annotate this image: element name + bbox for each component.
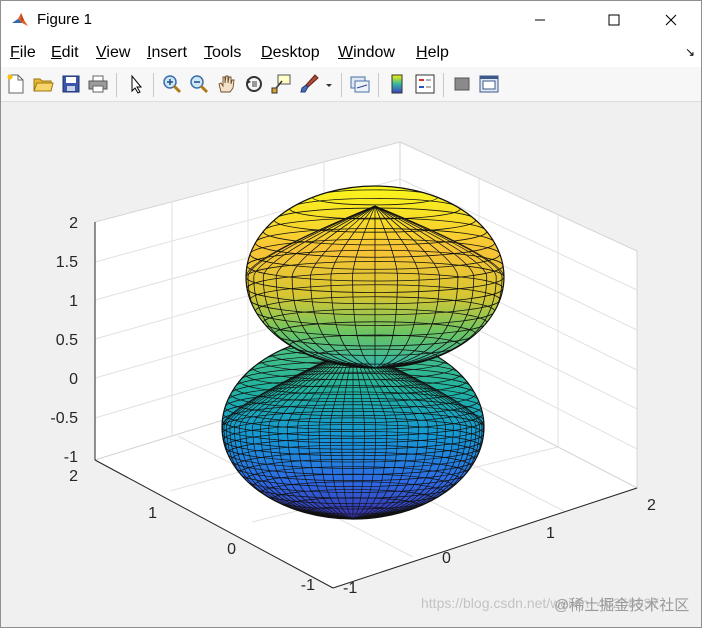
zoom-out-icon[interactable] <box>188 73 210 95</box>
y-tick-label: 1 <box>148 505 157 522</box>
z-tick-label: -1 <box>64 449 78 466</box>
watermark-site: @稀土掘金技术社区 <box>554 597 690 614</box>
z-tick-label: 2 <box>69 215 78 232</box>
zoom-in-icon[interactable] <box>161 73 183 95</box>
menu-edit[interactable]: Edit <box>51 44 79 62</box>
hide-plot-tools-icon[interactable] <box>451 73 473 95</box>
colorbar-icon[interactable] <box>386 73 408 95</box>
maximize-icon <box>608 14 620 26</box>
figure-window: Figure 1 File Edit View Insert Tools Des… <box>0 0 702 628</box>
menu-view[interactable]: View <box>96 44 130 62</box>
brush-icon[interactable] <box>298 73 320 95</box>
new-figure-icon[interactable] <box>5 73 27 95</box>
window-title: Figure 1 <box>37 11 93 28</box>
x-tick-label: 1 <box>546 525 555 542</box>
legend-icon[interactable] <box>414 73 436 95</box>
y-tick-label: 0 <box>227 541 236 558</box>
minimize-icon <box>535 19 545 21</box>
y-tick-label: 2 <box>69 468 78 485</box>
z-tick-label: 1.5 <box>56 254 78 271</box>
close-button[interactable] <box>648 1 694 39</box>
toolbar-separator <box>341 73 342 97</box>
menu-desktop[interactable]: Desktop <box>261 44 320 62</box>
brush-dropdown-icon[interactable] <box>323 73 335 95</box>
x-tick-label: 0 <box>442 550 451 567</box>
dock-arrow-icon[interactable]: ↘ <box>685 45 695 59</box>
save-icon[interactable] <box>60 73 82 95</box>
toolbar-separator <box>116 73 117 97</box>
x-tick-label: 2 <box>647 497 656 514</box>
toolbar-separator <box>153 73 154 97</box>
z-tick-label: 1 <box>69 293 78 310</box>
z-tick-label: 0.5 <box>56 332 78 349</box>
menu-window[interactable]: Window <box>338 44 395 62</box>
z-tick-label: 0 <box>69 371 78 388</box>
toolbar-separator <box>443 73 444 97</box>
y-tick-label: -1 <box>301 577 315 594</box>
rotate-3d-icon[interactable] <box>243 73 265 95</box>
menu-insert[interactable]: Insert <box>147 44 187 62</box>
z-tick-labels: 2 1.5 1 0.5 0 -0.5 -1 <box>50 215 78 466</box>
show-plot-tools-icon[interactable] <box>478 73 500 95</box>
toolbar-separator <box>378 73 379 97</box>
close-icon <box>665 14 677 26</box>
title-bar: Figure 1 <box>1 1 701 39</box>
menu-file[interactable]: File <box>10 44 36 62</box>
figure-canvas: 2 1.5 1 0.5 0 -0.5 -1 2 1 0 -1 -1 0 1 2 <box>1 102 701 627</box>
x-tick-label: -1 <box>343 580 357 597</box>
figure-toolbar <box>1 67 701 102</box>
pan-icon[interactable] <box>215 73 237 95</box>
menu-tools[interactable]: Tools <box>204 44 241 62</box>
menu-bar: File Edit View Insert Tools Desktop Wind… <box>1 39 701 67</box>
maximize-button[interactable] <box>591 1 637 39</box>
z-tick-label: -0.5 <box>50 410 78 427</box>
data-cursor-icon[interactable] <box>270 73 292 95</box>
link-plot-icon[interactable] <box>349 73 371 95</box>
matlab-logo-icon <box>10 10 30 30</box>
open-file-icon[interactable] <box>32 73 54 95</box>
minimize-button[interactable] <box>517 1 563 39</box>
pointer-icon[interactable] <box>125 73 147 95</box>
upper-lobe-surface <box>245 185 505 369</box>
print-icon[interactable] <box>87 73 109 95</box>
axes-3d[interactable]: 2 1.5 1 0.5 0 -0.5 -1 2 1 0 -1 -1 0 1 2 <box>1 102 701 627</box>
menu-help[interactable]: Help <box>416 44 449 62</box>
